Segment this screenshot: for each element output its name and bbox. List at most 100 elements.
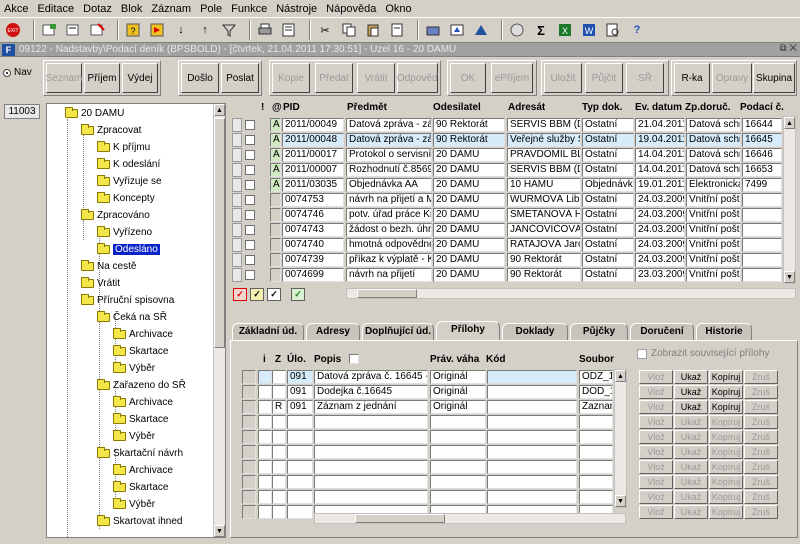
cell-typ[interactable]: Ostatní xyxy=(582,118,634,132)
cell-kod[interactable] xyxy=(487,460,577,474)
tree-node-archivace[interactable]: Archivace xyxy=(113,395,173,409)
cell-typ[interactable]: Ostatní xyxy=(582,268,634,282)
cell-popis[interactable] xyxy=(314,460,428,474)
cell-zp[interactable]: Vnitřní pošta xyxy=(686,208,741,222)
cell-z[interactable] xyxy=(272,475,286,489)
cell-z[interactable] xyxy=(272,505,286,519)
column-header-pid[interactable]: PID xyxy=(283,100,300,116)
cell-i[interactable] xyxy=(258,400,272,414)
zrus-button[interactable]: Zruš xyxy=(744,475,778,489)
cell-ulo[interactable] xyxy=(287,430,313,444)
cell-odesilatel[interactable]: 20 DAMU xyxy=(433,238,505,252)
cell-ulo[interactable] xyxy=(287,475,313,489)
menu-editace[interactable]: Editace xyxy=(37,3,74,15)
cell-odesilatel[interactable]: 20 DAMU xyxy=(433,148,505,162)
tab-doruceni[interactable]: Doručení xyxy=(630,323,694,340)
cell-typ[interactable]: Ostatní xyxy=(582,193,634,207)
menu-napoveda[interactable]: Nápověda xyxy=(326,3,376,15)
kopie-button[interactable]: Kopie xyxy=(272,63,310,93)
show-related-checkbox[interactable]: Zobrazit související přílohy xyxy=(637,348,769,359)
column-header-typ-dok[interactable]: Typ dok. xyxy=(582,100,622,116)
cell-odesilatel[interactable]: 90 Rektorát xyxy=(433,118,505,132)
cell-i[interactable] xyxy=(258,370,272,384)
cell-popis[interactable] xyxy=(314,490,428,504)
cell-ulo[interactable] xyxy=(287,505,313,519)
cell-i[interactable] xyxy=(258,490,272,504)
cell-datum[interactable]: 14.04.2011 xyxy=(635,163,685,177)
zrus-button[interactable]: Zruš xyxy=(744,490,778,504)
tree-node-zpracovat[interactable]: Zpracovat xyxy=(81,123,141,137)
table-row[interactable]: 0074746potv. úřad práce Krén20 DAMUSMETA… xyxy=(232,208,784,223)
cell-zp[interactable]: Datová schrán xyxy=(686,163,741,177)
menu-pole[interactable]: Pole xyxy=(200,3,222,15)
column-header-odesilatel[interactable]: Odesilatel xyxy=(433,100,481,116)
menu-blok[interactable]: Blok xyxy=(121,3,142,15)
ukaz-button[interactable]: Ukaž xyxy=(674,475,708,489)
cell-podaci[interactable] xyxy=(742,193,782,207)
save-icon[interactable] xyxy=(64,21,82,39)
ukaz-button[interactable]: Ukaž xyxy=(674,490,708,504)
tree-node-vyrizuje-se[interactable]: Vyřizuje se xyxy=(97,174,162,188)
ulozit-button[interactable]: Uložit xyxy=(544,63,582,93)
row-marker[interactable] xyxy=(232,208,242,222)
sort-ascending-icon[interactable]: ↓ xyxy=(172,21,190,39)
cell-adresat[interactable]: WURMOVÁ Libuše xyxy=(507,193,581,207)
cell-pid[interactable]: 2011/00017 xyxy=(282,148,344,162)
cell-predmet[interactable]: Datová zpráva - zázna xyxy=(346,133,432,147)
cell-popis[interactable] xyxy=(314,445,428,459)
row-marker[interactable] xyxy=(232,238,242,252)
vloz-button[interactable]: Vlož xyxy=(639,445,673,459)
row-marker[interactable] xyxy=(232,193,242,207)
vloz-button[interactable]: Vlož xyxy=(639,475,673,489)
cell-ulo[interactable]: 091 xyxy=(287,400,313,414)
table-row[interactable]: 0074699 návrh na přijetí 20 DAMU 90 Rektorá… xyxy=(232,268,784,283)
cell-pid[interactable]: 0074699 xyxy=(282,268,344,282)
row-marker[interactable] xyxy=(242,490,256,504)
cell-soubor[interactable]: DOD_16645 xyxy=(579,385,613,399)
cell-prav-vaha[interactable] xyxy=(430,430,486,444)
menu-dotaz[interactable]: Dotaz xyxy=(83,3,112,15)
cell-podaci[interactable] xyxy=(742,253,782,267)
row-marker[interactable] xyxy=(242,385,256,399)
tree-scrollbar[interactable]: ▲ ▼ xyxy=(213,104,225,537)
cell-popis[interactable]: Datová zpráva č. 16645 - zdr xyxy=(314,370,428,384)
tree-node-ceka-na-sr[interactable]: Čeká na SŘ xyxy=(97,310,167,324)
tree-node-root[interactable]: 20 DAMU xyxy=(65,106,124,120)
row-checkbox[interactable] xyxy=(245,240,255,250)
cell-popis[interactable] xyxy=(314,430,428,444)
odpoved-button[interactable]: Odpověď xyxy=(397,63,438,93)
cell-adresat[interactable]: JANČOVIČOVÁ Da xyxy=(507,223,581,237)
cell-pid[interactable]: 0074740 xyxy=(282,238,344,252)
cell-datum[interactable]: 21.04.2011 xyxy=(635,118,685,132)
cell-podaci[interactable] xyxy=(742,268,782,282)
cell-soubor[interactable] xyxy=(579,490,613,504)
sum-icon[interactable]: Σ xyxy=(532,21,550,39)
row-checkbox[interactable] xyxy=(245,120,255,130)
scroll-down-icon[interactable]: ▼ xyxy=(214,525,225,537)
ukaz-button[interactable]: Ukaž xyxy=(674,415,708,429)
cell-zp[interactable]: Vnitřní pošta xyxy=(686,238,741,252)
cell-predmet[interactable]: Rozhodnutí č.8569784 xyxy=(346,163,432,177)
ukaz-button[interactable]: Ukaž xyxy=(674,385,708,399)
cell-prav-vaha[interactable]: Originál xyxy=(430,400,486,414)
cell-pid[interactable]: 2011/03035 xyxy=(282,178,344,192)
scroll-thumb[interactable] xyxy=(357,289,417,298)
attachments-vertical-scrollbar[interactable]: ▲ ▼ xyxy=(614,369,627,508)
cell-popis[interactable] xyxy=(314,415,428,429)
cell-i[interactable] xyxy=(258,505,272,519)
column-header-i[interactable]: i xyxy=(263,354,266,365)
cell-z[interactable] xyxy=(272,430,286,444)
tree-node-archivace[interactable]: Archivace xyxy=(113,463,173,477)
cell-adresat[interactable]: SMETANOVÁ Han xyxy=(507,208,581,222)
menu-akce[interactable]: Akce xyxy=(4,3,28,15)
cell-pid[interactable]: 2011/00048 xyxy=(282,133,344,147)
calculator-icon[interactable] xyxy=(508,21,526,39)
table-row[interactable]: 0074740hmotná odpovědnost I20 DAMURATAJO… xyxy=(232,238,784,253)
cell-datum[interactable]: 19.04.2011 xyxy=(635,133,685,147)
cell-predmet[interactable]: příkaz k výplatě - Kč 1 xyxy=(346,253,432,267)
cell-pid[interactable]: 2011/00049 xyxy=(282,118,344,132)
vratit-button[interactable]: Vrátit xyxy=(357,63,395,93)
cut-icon[interactable]: ✂ xyxy=(316,21,334,39)
cell-pid[interactable]: 2011/00007 xyxy=(282,163,344,177)
tree-node-vyber[interactable]: Výběr xyxy=(113,497,155,511)
